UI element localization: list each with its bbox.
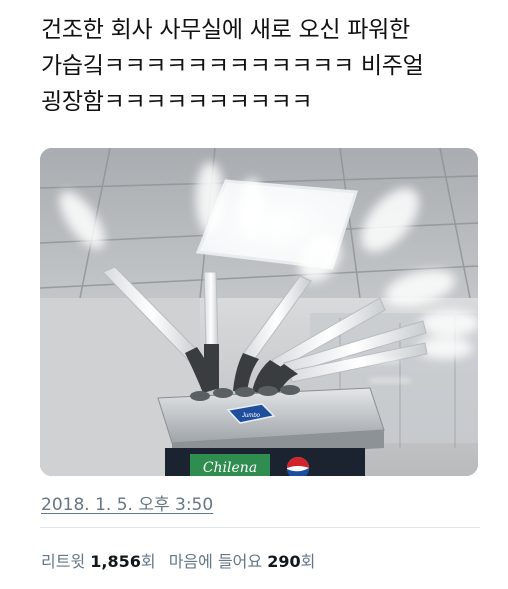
tweet-text-line: 굉장함ㅋㅋㅋㅋㅋㅋㅋㅋㅋㅋ (41, 89, 313, 115)
humidifier-badge-text: Jumbo (241, 413, 261, 419)
retweet-unit: 회 (140, 552, 156, 571)
like-label: 마음에 들어요 (168, 552, 263, 571)
retweet-label: 리트윗 (41, 552, 86, 571)
like-count: 290 (267, 552, 301, 571)
tweet-text-line: 건조한 회사 사무실에 새로 오신 파워한 (41, 17, 410, 43)
cooler-brand-text: Chilena (203, 460, 257, 476)
tweet-text: 건조한 회사 사무실에 새로 오신 파워한 가습깈ㅋㅋㅋㅋㅋㅋㅋㅋㅋㅋㅋㅋ 비주… (41, 12, 481, 120)
like-stat[interactable]: 마음에 들어요 290회 (169, 552, 316, 571)
tweet-timestamp-link[interactable]: 2018. 1. 5. 오후 3:50 (41, 490, 213, 515)
tweet-stats: 리트윗 1,856회 마음에 들어요 290회 (41, 548, 323, 572)
humidifier-photo: Jumbo Chilena (40, 148, 478, 476)
retweet-stat[interactable]: 리트윗 1,856회 (41, 552, 161, 571)
like-unit: 회 (300, 552, 316, 571)
divider (40, 527, 480, 528)
tweet-text-line: 가습깈ㅋㅋㅋㅋㅋㅋㅋㅋㅋㅋㅋㅋ 비주얼 (41, 53, 424, 79)
tweet-photo[interactable]: Jumbo Chilena (40, 148, 478, 476)
retweet-count: 1,856 (90, 552, 141, 571)
